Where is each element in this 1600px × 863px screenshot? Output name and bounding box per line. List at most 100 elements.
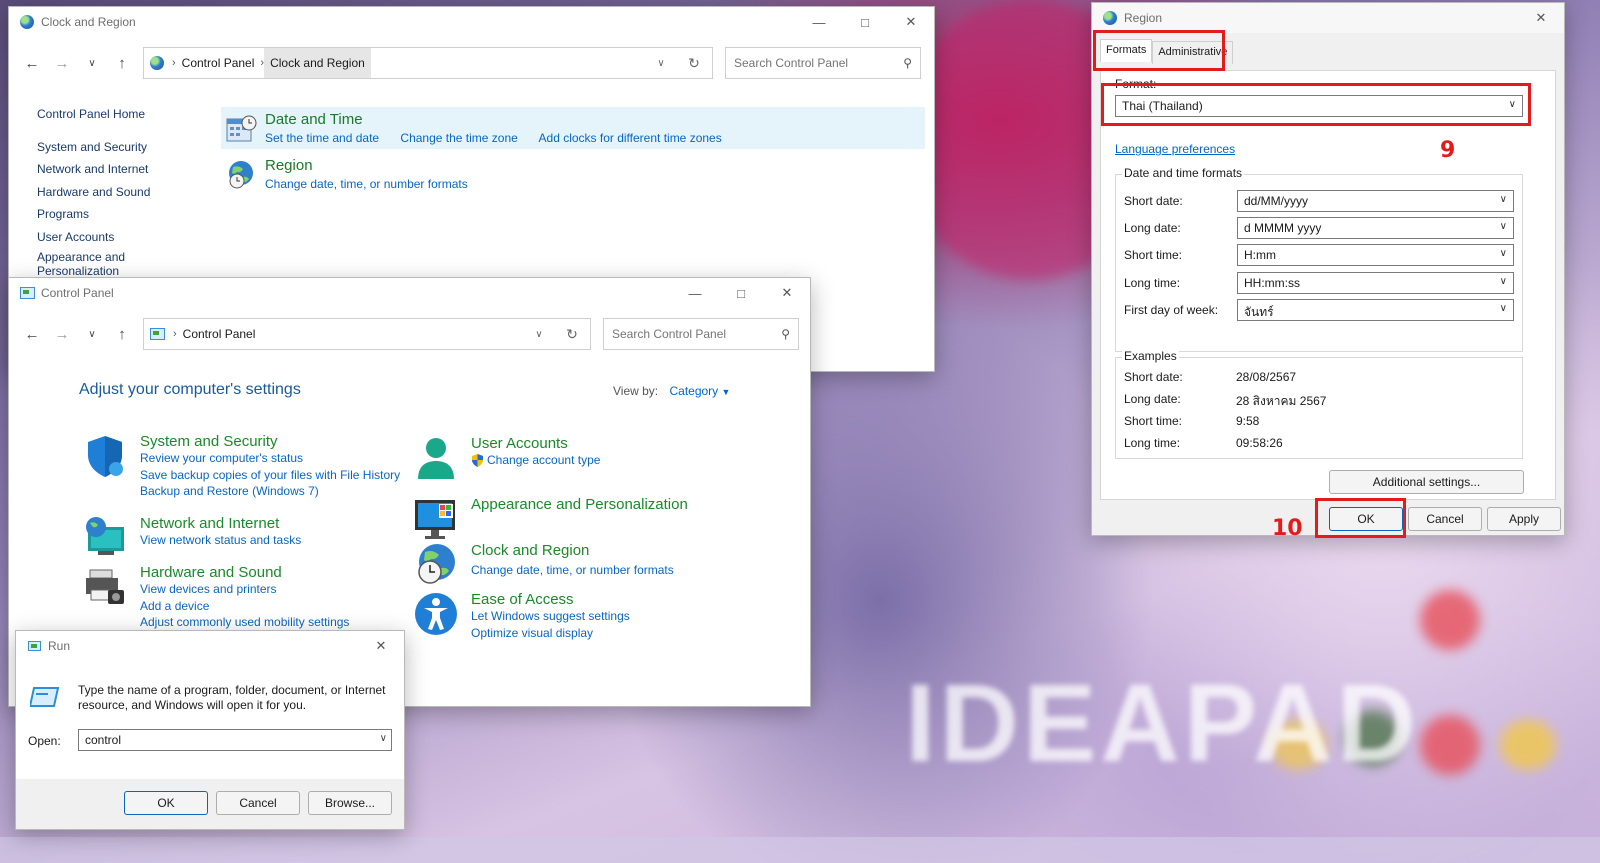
maximize-button[interactable]: □ xyxy=(842,7,888,37)
change-formats-link[interactable]: Change date, time, or number formats xyxy=(471,562,674,579)
appearance-category: Appearance and Personalization xyxy=(415,496,688,539)
annotation-box-tabs xyxy=(1093,30,1225,71)
refresh-icon[interactable]: ↻ xyxy=(676,55,712,72)
browse-button[interactable]: Browse... xyxy=(308,791,392,815)
chevron-down-icon: ∨ xyxy=(1499,194,1507,205)
view-by-dropdown[interactable]: Category xyxy=(669,384,718,398)
back-arrow-icon[interactable]: ← xyxy=(17,55,47,72)
minimize-button[interactable]: — xyxy=(672,278,718,308)
apply-button[interactable]: Apply xyxy=(1487,507,1561,531)
additional-settings-button[interactable]: Additional settings... xyxy=(1329,470,1524,494)
calendar-clock-icon xyxy=(226,115,257,142)
network-and-internet-category: Network and Internet View network status… xyxy=(86,515,301,555)
hardware-and-sound-category: Hardware and Sound View devices and prin… xyxy=(86,564,349,631)
open-input-value: control xyxy=(85,733,122,747)
review-status-link[interactable]: Review your computer's status xyxy=(140,450,400,467)
long-date-value: d MMMM yyyy xyxy=(1244,221,1322,235)
short-time-select[interactable]: H:mm ∨ xyxy=(1237,244,1514,266)
first-day-select[interactable]: จันทร์ ∨ xyxy=(1237,299,1514,321)
close-button[interactable]: ✕ xyxy=(888,7,934,37)
system-and-security-title[interactable]: System and Security xyxy=(140,433,400,450)
devices-printers-link[interactable]: View devices and printers xyxy=(140,581,349,598)
desktop-icon-blur xyxy=(1420,715,1480,775)
file-history-link[interactable]: Save backup copies of your files with Fi… xyxy=(140,467,400,484)
search-input[interactable]: Search Control Panel ⚲ xyxy=(603,318,799,350)
long-time-select[interactable]: HH:mm:ss ∨ xyxy=(1237,272,1514,294)
recent-chevron-icon[interactable]: ∨ xyxy=(77,329,107,340)
breadcrumb-clock-and-region[interactable]: Clock and Region xyxy=(264,48,371,78)
breadcrumb-control-panel[interactable]: Control Panel xyxy=(177,327,262,341)
breadcrumb-control-panel[interactable]: Control Panel xyxy=(176,56,261,70)
set-time-link[interactable]: Set the time and date xyxy=(265,131,379,145)
sidebar-item-system-and-security[interactable]: System and Security xyxy=(37,138,187,161)
sidebar-item-appearance[interactable]: Appearance and Personalization xyxy=(37,250,147,280)
cancel-button[interactable]: Cancel xyxy=(216,791,300,815)
titlebar: Clock and Region — □ ✕ xyxy=(9,7,934,37)
up-arrow-icon[interactable]: ↑ xyxy=(107,55,137,72)
short-date-value: dd/MM/yyyy xyxy=(1244,194,1309,208)
date-and-time-category[interactable]: Date and Time Set the time and date Chan… xyxy=(221,107,925,149)
taskbar xyxy=(0,837,1600,863)
ease-of-access-category: Ease of Access Let Windows suggest setti… xyxy=(415,591,630,642)
search-icon: ⚲ xyxy=(903,56,912,70)
clock-and-region-title[interactable]: Clock and Region xyxy=(471,542,674,559)
back-arrow-icon[interactable]: ← xyxy=(17,326,47,343)
sidebar-item-control-panel-home[interactable]: Control Panel Home xyxy=(37,105,187,128)
chevron-down-icon[interactable]: ∨ xyxy=(646,58,676,69)
user-icon xyxy=(418,438,454,479)
minimize-button[interactable]: — xyxy=(796,7,842,37)
open-input[interactable]: control ∨ xyxy=(78,729,392,751)
network-and-internet-title[interactable]: Network and Internet xyxy=(140,515,301,532)
user-accounts-title[interactable]: User Accounts xyxy=(471,435,600,452)
close-button[interactable]: ✕ xyxy=(358,631,404,661)
globe-clock-icon xyxy=(19,14,35,30)
first-day-value: จันทร์ xyxy=(1244,305,1274,319)
change-formats-link[interactable]: Change date, time, or number formats xyxy=(265,177,468,191)
close-button[interactable]: ✕ xyxy=(1518,3,1564,33)
appearance-title[interactable]: Appearance and Personalization xyxy=(471,496,688,513)
sidebar-item-user-accounts[interactable]: User Accounts xyxy=(37,228,187,251)
chevron-down-icon[interactable]: ∨ xyxy=(524,329,554,340)
chevron-down-icon[interactable]: ∨ xyxy=(380,733,387,744)
cancel-button[interactable]: Cancel xyxy=(1408,507,1482,531)
up-arrow-icon[interactable]: ↑ xyxy=(107,326,137,343)
suggest-settings-link[interactable]: Let Windows suggest settings xyxy=(471,608,630,625)
change-account-type-link[interactable]: Change account type xyxy=(471,452,600,469)
add-clocks-link[interactable]: Add clocks for different time zones xyxy=(539,131,722,145)
forward-arrow-icon[interactable]: → xyxy=(47,55,77,72)
refresh-icon[interactable]: ↻ xyxy=(554,326,590,343)
monitor-palette-icon xyxy=(415,500,455,539)
forward-arrow-icon[interactable]: → xyxy=(47,326,77,343)
address-bar[interactable]: › Control Panel ∨ ↻ xyxy=(143,318,591,350)
ease-of-access-title[interactable]: Ease of Access xyxy=(471,591,630,608)
example-short-date-label: Short date: xyxy=(1124,370,1183,384)
nav-bar: ← → ∨ ↑ › Control Panel › Clock and Regi… xyxy=(9,43,934,83)
change-time-zone-link[interactable]: Change the time zone xyxy=(400,131,517,145)
ok-button[interactable]: OK xyxy=(124,791,208,815)
long-date-select[interactable]: d MMMM yyyy ∨ xyxy=(1237,217,1514,239)
titlebar: Region ✕ xyxy=(1092,3,1564,33)
sidebar-item-hardware-and-sound[interactable]: Hardware and Sound xyxy=(37,183,187,206)
close-button[interactable]: ✕ xyxy=(764,278,810,308)
short-time-value: H:mm xyxy=(1244,248,1276,262)
mobility-settings-link[interactable]: Adjust commonly used mobility settings xyxy=(140,614,349,631)
sidebar-item-programs[interactable]: Programs xyxy=(37,205,187,228)
short-date-select[interactable]: dd/MM/yyyy ∨ xyxy=(1237,190,1514,212)
network-status-link[interactable]: View network status and tasks xyxy=(140,532,301,549)
address-bar[interactable]: › Control Panel › Clock and Region ∨ ↻ xyxy=(143,47,713,79)
maximize-button[interactable]: □ xyxy=(718,278,764,308)
sidebar-item-network-and-internet[interactable]: Network and Internet xyxy=(37,160,187,183)
example-short-time-label: Short time: xyxy=(1124,414,1183,428)
hardware-and-sound-title[interactable]: Hardware and Sound xyxy=(140,564,349,581)
add-device-link[interactable]: Add a device xyxy=(140,598,349,615)
window-title: Control Panel xyxy=(41,286,114,300)
caret-down-icon[interactable]: ▼ xyxy=(722,387,731,397)
search-input[interactable]: Search Control Panel ⚲ xyxy=(725,47,921,79)
backup-restore-link[interactable]: Backup and Restore (Windows 7) xyxy=(140,483,400,500)
optimize-display-link[interactable]: Optimize visual display xyxy=(471,625,630,642)
region-category[interactable]: Region Change date, time, or number form… xyxy=(221,153,925,195)
language-preferences-link[interactable]: Language preferences xyxy=(1115,142,1235,156)
date-and-time-title[interactable]: Date and Time xyxy=(265,111,925,128)
region-title[interactable]: Region xyxy=(265,157,925,174)
recent-chevron-icon[interactable]: ∨ xyxy=(77,58,107,69)
